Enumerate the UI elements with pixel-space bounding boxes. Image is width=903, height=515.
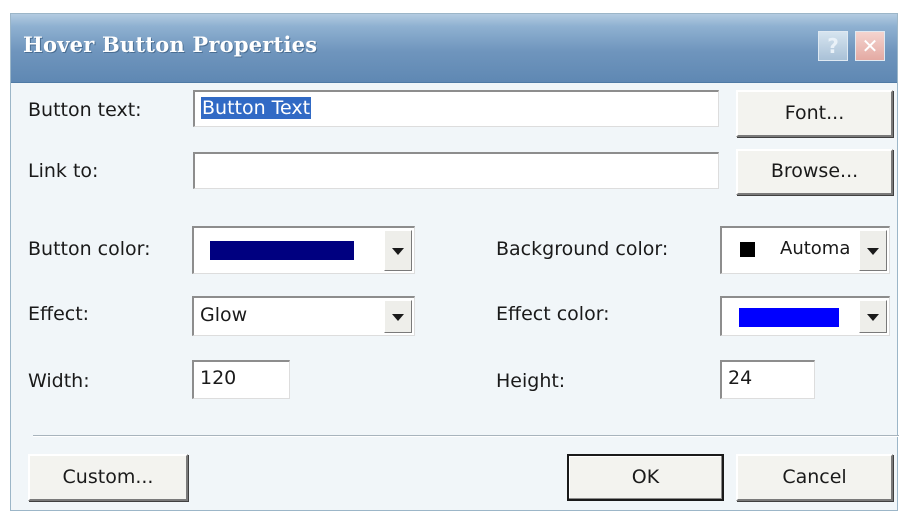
button-color-label: Button color: bbox=[28, 238, 151, 260]
height-input[interactable]: 24 bbox=[720, 360, 815, 399]
font-button[interactable]: Font... bbox=[736, 90, 893, 137]
effect-value: Glow bbox=[200, 304, 248, 326]
chevron-down-icon[interactable] bbox=[384, 300, 412, 333]
link-to-input[interactable] bbox=[193, 152, 719, 189]
button-color-swatch bbox=[210, 241, 354, 260]
dialog-title: Hover Button Properties bbox=[23, 32, 318, 57]
effect-label: Effect: bbox=[28, 303, 90, 325]
button-text-value: Button Text bbox=[201, 97, 312, 119]
ok-button[interactable]: OK bbox=[567, 454, 724, 501]
chevron-down-icon[interactable] bbox=[384, 230, 412, 271]
background-color-swatch bbox=[740, 242, 755, 257]
cancel-button[interactable]: Cancel bbox=[736, 454, 893, 501]
chevron-down-icon[interactable] bbox=[859, 230, 887, 271]
background-color-label: Background color: bbox=[496, 238, 669, 260]
width-input[interactable]: 120 bbox=[192, 360, 290, 399]
background-color-select[interactable]: Automa bbox=[720, 226, 890, 274]
help-icon[interactable]: ? bbox=[818, 31, 848, 61]
background-color-value: Automa bbox=[780, 238, 851, 259]
button-color-select[interactable] bbox=[192, 226, 415, 274]
button-text-label: Button text: bbox=[28, 99, 142, 121]
effect-color-select[interactable] bbox=[720, 296, 890, 336]
close-icon[interactable]: ✕ bbox=[855, 31, 885, 61]
effect-color-label: Effect color: bbox=[496, 303, 610, 325]
browse-button[interactable]: Browse... bbox=[736, 149, 893, 195]
button-text-input[interactable]: Button Text bbox=[193, 90, 719, 127]
link-to-label: Link to: bbox=[28, 160, 99, 182]
effect-color-swatch bbox=[739, 308, 839, 327]
title-bar[interactable]: Hover Button Properties ? ✕ bbox=[11, 14, 897, 83]
height-label: Height: bbox=[496, 370, 566, 392]
width-label: Width: bbox=[28, 370, 90, 392]
hover-button-properties-dialog: Hover Button Properties ? ✕ Button text:… bbox=[10, 13, 899, 511]
footer-divider bbox=[33, 435, 899, 437]
effect-select[interactable]: Glow bbox=[192, 296, 415, 336]
custom-button[interactable]: Custom... bbox=[28, 454, 188, 501]
chevron-down-icon[interactable] bbox=[859, 300, 887, 333]
